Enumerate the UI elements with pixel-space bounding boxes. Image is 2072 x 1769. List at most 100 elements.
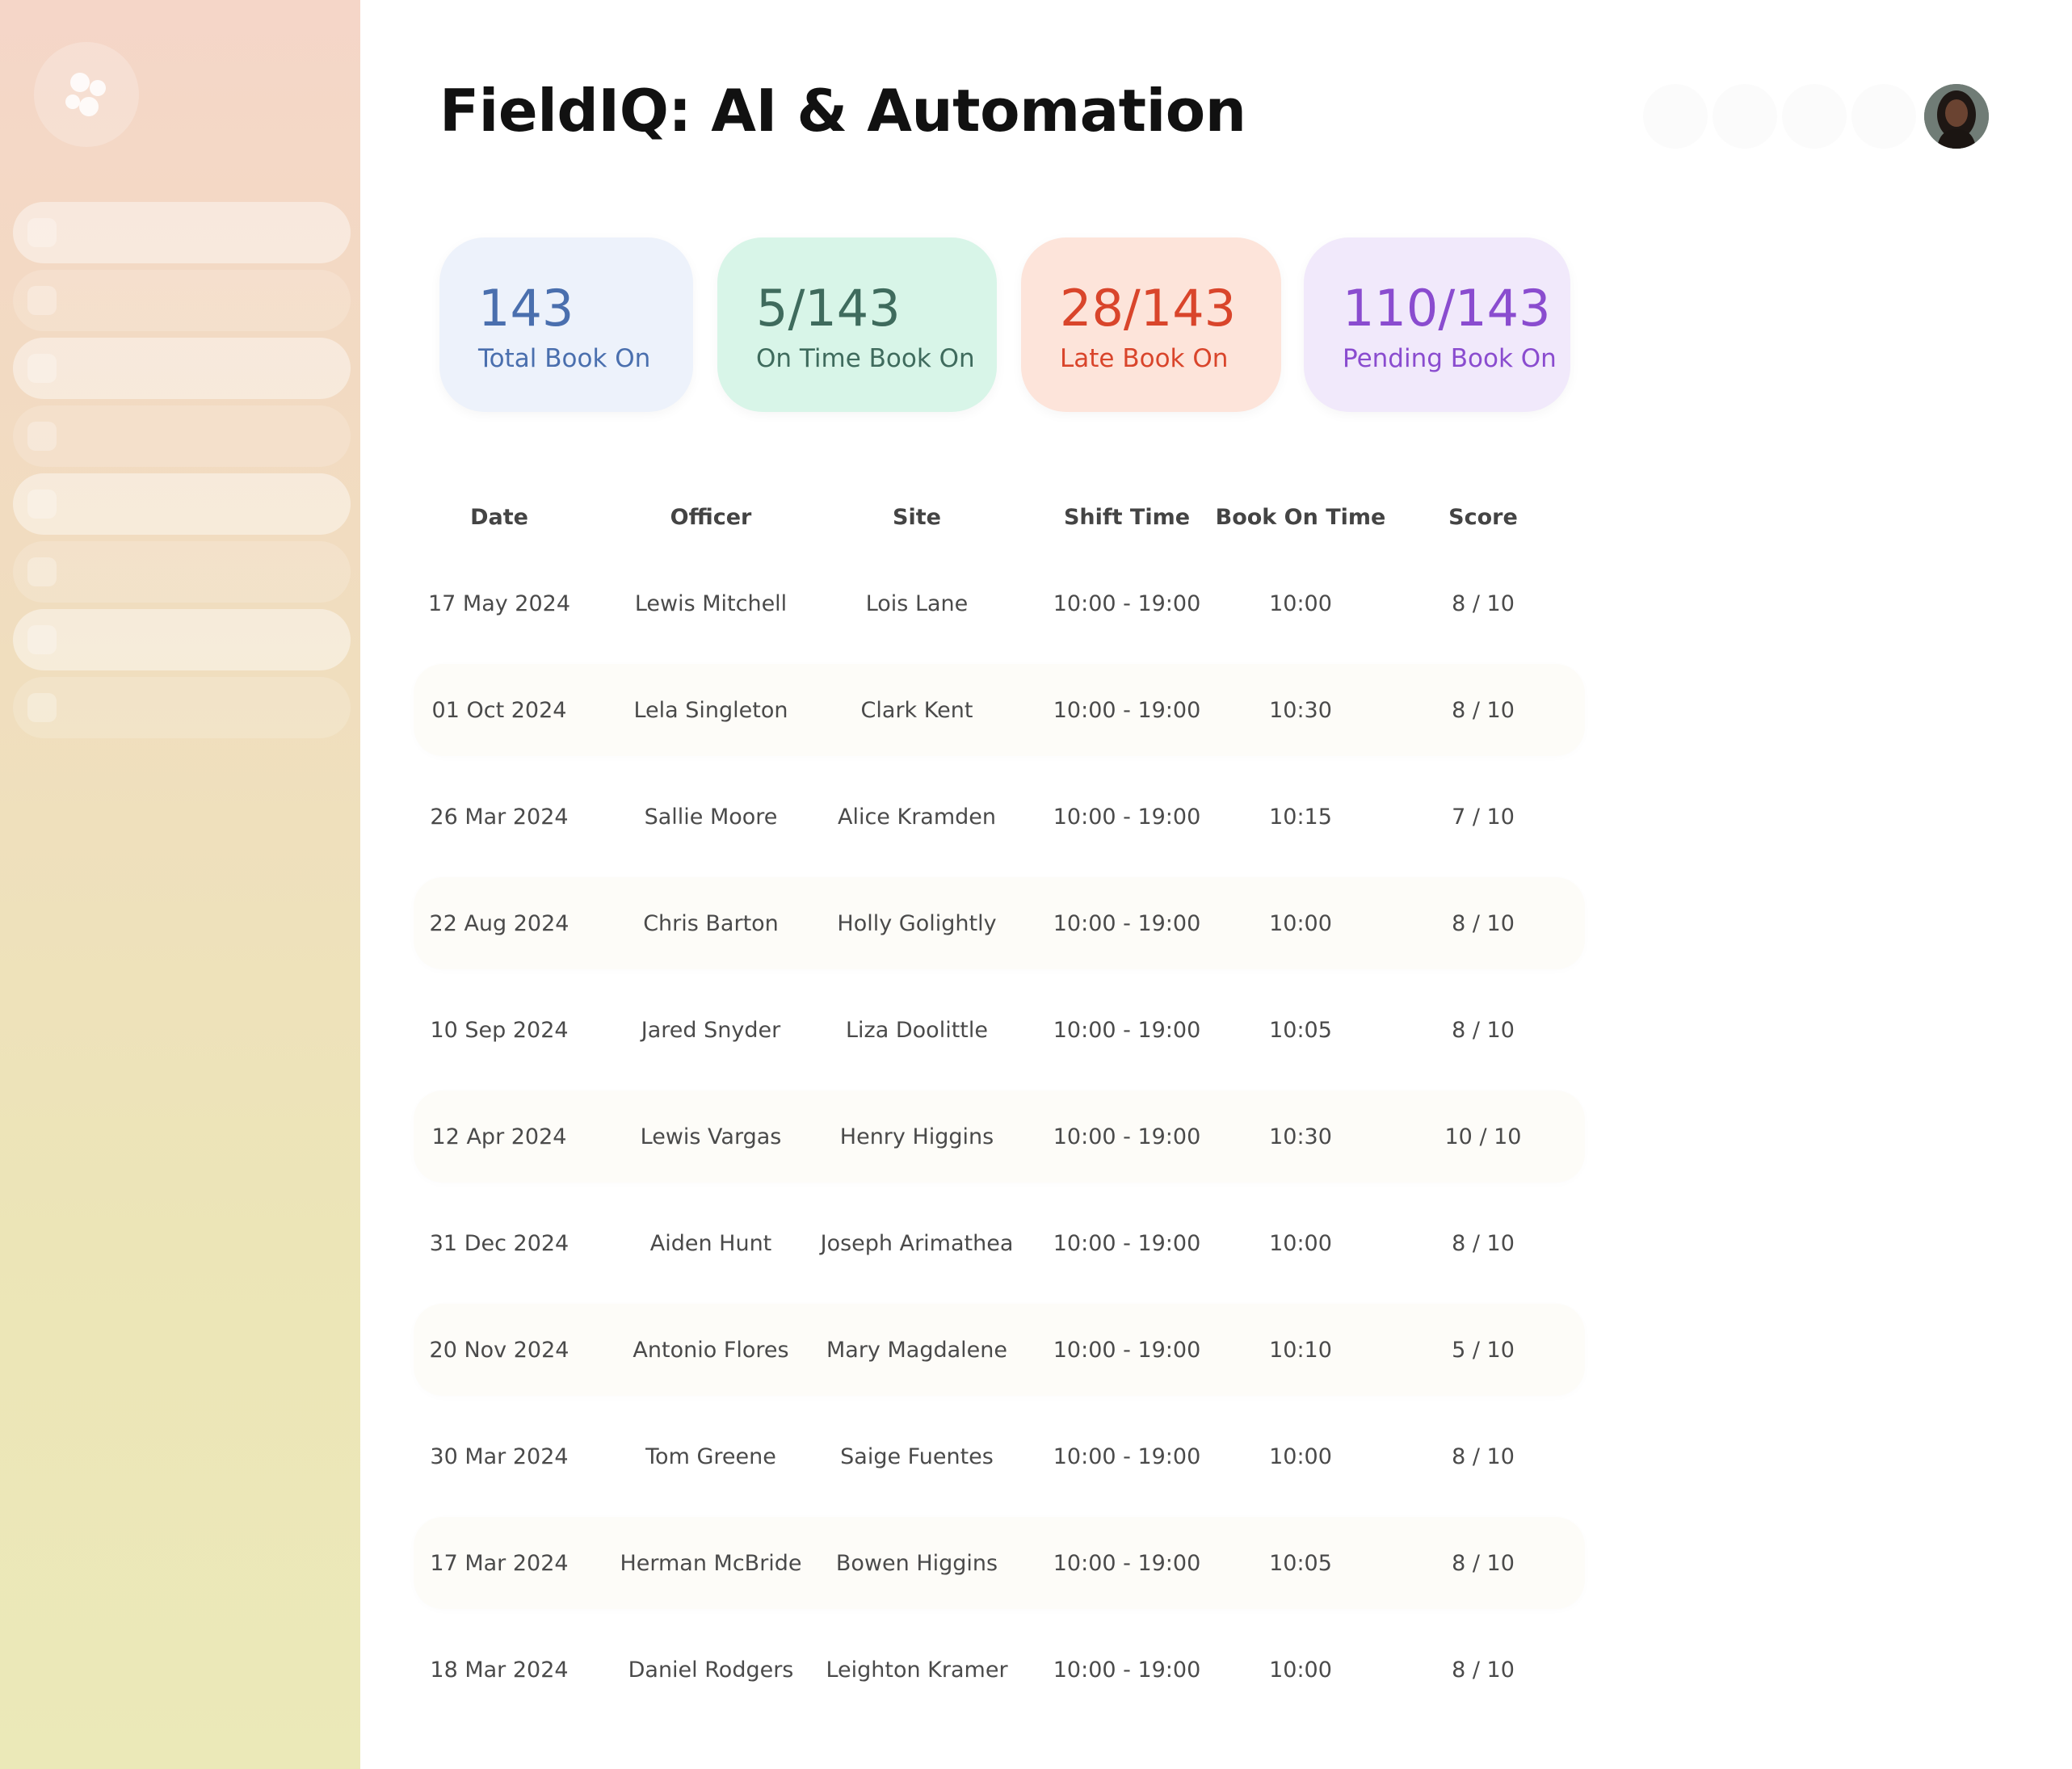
- cell-site: Saige Fuentes: [840, 1443, 994, 1469]
- cell-officer: Antonio Flores: [633, 1337, 789, 1363]
- cell-site: Alice Kramden: [837, 804, 997, 830]
- sidebar-item-4[interactable]: [13, 405, 351, 467]
- page-title: FieldIQ: AI & Automation: [439, 77, 1246, 145]
- cell-date: 01 Oct 2024: [431, 697, 567, 723]
- header-action-button[interactable]: [1713, 84, 1777, 149]
- column-header-score[interactable]: Score: [1448, 488, 1518, 546]
- cell-site: Holly Golightly: [837, 910, 997, 936]
- cell-officer: Sallie Moore: [644, 804, 778, 830]
- stat-label: Late Book On: [1060, 344, 1229, 373]
- column-header-shift-time[interactable]: Shift Time: [1064, 488, 1190, 546]
- column-header-date[interactable]: Date: [470, 488, 528, 546]
- cell-officer: Daniel Rodgers: [628, 1657, 794, 1683]
- nav-icon: [27, 490, 57, 519]
- cell-book-on-time: 10:00: [1269, 1657, 1332, 1683]
- nav-icon: [27, 218, 57, 247]
- cell-book-on-time: 10:30: [1269, 697, 1332, 723]
- cell-shift-time: 10:00 - 19:00: [1053, 804, 1201, 830]
- sidebar-item-1[interactable]: [13, 202, 351, 263]
- cell-score: 8 / 10: [1452, 910, 1515, 936]
- cell-site: Bowen Higgins: [835, 1550, 998, 1576]
- cell-book-on-time: 10:05: [1269, 1017, 1332, 1043]
- table-row[interactable]: 18 Mar 2024 Daniel Rodgers Leighton Kram…: [414, 1624, 1585, 1716]
- stat-value: 143: [478, 279, 574, 338]
- cell-officer: Jared Snyder: [641, 1017, 781, 1043]
- cell-score: 8 / 10: [1452, 590, 1515, 616]
- stat-value: 28/143: [1060, 279, 1237, 338]
- table-row[interactable]: 30 Mar 2024 Tom Greene Saige Fuentes 10:…: [414, 1410, 1585, 1502]
- app-logo-icon: [65, 73, 106, 116]
- table-row[interactable]: 12 Apr 2024 Lewis Vargas Henry Higgins 1…: [414, 1090, 1585, 1183]
- nav-icon: [27, 557, 57, 586]
- stat-label: Total Book On: [478, 344, 651, 373]
- stat-card-late[interactable]: 28/143 Late Book On: [1021, 237, 1281, 412]
- header-action-button[interactable]: [1851, 84, 1916, 149]
- cell-date: 20 Nov 2024: [429, 1337, 569, 1363]
- cell-site: Lois Lane: [865, 590, 969, 616]
- sidebar-item-8[interactable]: [13, 677, 351, 738]
- cell-score: 7 / 10: [1452, 804, 1515, 830]
- stat-card-on-time[interactable]: 5/143 On Time Book On: [717, 237, 997, 412]
- sidebar-item-2[interactable]: [13, 270, 351, 331]
- header-action-button[interactable]: [1643, 84, 1708, 149]
- table-row[interactable]: 20 Nov 2024 Antonio Flores Mary Magdalen…: [414, 1304, 1585, 1396]
- cell-date: 18 Mar 2024: [430, 1657, 569, 1683]
- sidebar-item-5[interactable]: [13, 473, 351, 535]
- column-header-book-on-time[interactable]: Book On Time: [1216, 488, 1386, 546]
- cell-book-on-time: 10:00: [1269, 1230, 1332, 1256]
- sidebar-item-6[interactable]: [13, 541, 351, 603]
- cell-date: 17 Mar 2024: [430, 1550, 569, 1576]
- cell-date: 17 May 2024: [427, 590, 571, 616]
- cell-officer: Chris Barton: [643, 910, 779, 936]
- cell-officer: Aiden Hunt: [649, 1230, 772, 1256]
- avatar[interactable]: [1924, 84, 1989, 149]
- cell-site: Joseph Arimathea: [820, 1230, 1014, 1256]
- column-header-site[interactable]: Site: [893, 488, 941, 546]
- stat-value: 110/143: [1343, 279, 1551, 338]
- cell-officer: Lewis Vargas: [640, 1124, 782, 1149]
- table-row[interactable]: 01 Oct 2024 Lela Singleton Clark Kent 10…: [414, 664, 1585, 756]
- cell-shift-time: 10:00 - 19:00: [1053, 1657, 1201, 1683]
- stat-label: On Time Book On: [756, 344, 975, 373]
- user-avatar-icon: [1924, 84, 1989, 149]
- table-row[interactable]: 26 Mar 2024 Sallie Moore Alice Kramden 1…: [414, 771, 1585, 863]
- column-header-officer[interactable]: Officer: [670, 488, 752, 546]
- stat-value: 5/143: [756, 279, 901, 338]
- cell-date: 26 Mar 2024: [430, 804, 569, 830]
- header-action-button[interactable]: [1782, 84, 1847, 149]
- nav-icon: [27, 354, 57, 383]
- nav-icon: [27, 286, 57, 315]
- sidebar-item-7[interactable]: [13, 609, 351, 670]
- cell-officer: Lewis Mitchell: [634, 590, 788, 616]
- cell-book-on-time: 10:00: [1269, 910, 1332, 936]
- table-header: Date Officer Site Shift Time Book On Tim…: [414, 488, 1585, 546]
- cell-officer: Herman McBride: [620, 1550, 802, 1576]
- table-row[interactable]: 10 Sep 2024 Jared Snyder Liza Doolittle …: [414, 984, 1585, 1076]
- cell-score: 10 / 10: [1444, 1124, 1522, 1149]
- table-row[interactable]: 17 May 2024 Lewis Mitchell Lois Lane 10:…: [414, 557, 1585, 649]
- sidebar-item-3[interactable]: [13, 338, 351, 399]
- cell-book-on-time: 10:05: [1269, 1550, 1332, 1576]
- table-row[interactable]: 17 Mar 2024 Herman McBride Bowen Higgins…: [414, 1517, 1585, 1609]
- nav-icon: [27, 422, 57, 451]
- cell-site: Clark Kent: [860, 697, 973, 723]
- cell-shift-time: 10:00 - 19:00: [1053, 1230, 1201, 1256]
- cell-date: 31 Dec 2024: [429, 1230, 569, 1256]
- cell-score: 8 / 10: [1452, 1657, 1515, 1683]
- cell-officer: Lela Singleton: [633, 697, 788, 723]
- cell-book-on-time: 10:30: [1269, 1124, 1332, 1149]
- nav-icon: [27, 625, 57, 654]
- app-logo[interactable]: [34, 42, 139, 147]
- cell-shift-time: 10:00 - 19:00: [1053, 1443, 1201, 1469]
- table-row[interactable]: 31 Dec 2024 Aiden Hunt Joseph Arimathea …: [414, 1197, 1585, 1289]
- nav-icon: [27, 693, 57, 722]
- stat-label: Pending Book On: [1343, 344, 1557, 373]
- cell-score: 5 / 10: [1452, 1337, 1515, 1363]
- stat-card-pending[interactable]: 110/143 Pending Book On: [1304, 237, 1570, 412]
- cell-shift-time: 10:00 - 19:00: [1053, 697, 1201, 723]
- cell-score: 8 / 10: [1452, 697, 1515, 723]
- cell-book-on-time: 10:00: [1269, 1443, 1332, 1469]
- stat-card-total[interactable]: 143 Total Book On: [439, 237, 693, 412]
- cell-officer: Tom Greene: [645, 1443, 776, 1469]
- table-row[interactable]: 22 Aug 2024 Chris Barton Holly Golightly…: [414, 877, 1585, 969]
